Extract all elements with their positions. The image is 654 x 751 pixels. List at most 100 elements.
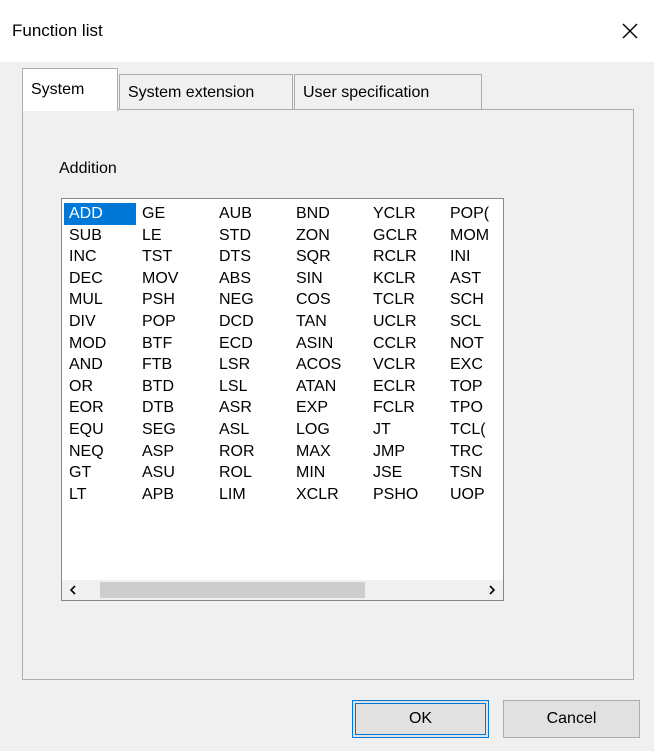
list-item[interactable]: BTD <box>137 376 213 398</box>
tab-user-specification[interactable]: User specification <box>294 74 482 110</box>
list-item[interactable]: JT <box>368 419 444 441</box>
list-item[interactable]: TCL( <box>445 419 503 441</box>
list-column: BND ZON SQR SIN COS TAN ASIN ACOS ATAN EXP LOG MAX M… <box>291 203 367 505</box>
list-item[interactable]: MOD <box>64 333 136 355</box>
list-item[interactable]: LSR <box>214 354 290 376</box>
list-item[interactable]: MUL <box>64 289 136 311</box>
list-item[interactable]: SUB <box>64 225 136 247</box>
list-item[interactable]: ADD <box>64 203 136 225</box>
list-item[interactable]: KCLR <box>368 268 444 290</box>
list-item[interactable]: INI <box>445 246 503 268</box>
list-item[interactable]: ASIN <box>291 333 367 355</box>
list-item[interactable]: CCLR <box>368 333 444 355</box>
list-item[interactable]: MIN <box>291 462 367 484</box>
list-item[interactable]: AND <box>64 354 136 376</box>
list-item[interactable]: DTB <box>137 397 213 419</box>
list-item[interactable]: EOR <box>64 397 136 419</box>
list-item[interactable]: SCH <box>445 289 503 311</box>
list-item[interactable]: ZON <box>291 225 367 247</box>
list-item[interactable]: NEG <box>214 289 290 311</box>
list-item[interactable]: POP( <box>445 203 503 225</box>
list-item[interactable]: POP <box>137 311 213 333</box>
list-item[interactable]: GCLR <box>368 225 444 247</box>
list-item[interactable]: EXC <box>445 354 503 376</box>
list-item[interactable]: MAX <box>291 441 367 463</box>
list-item[interactable]: TOP <box>445 376 503 398</box>
function-listbox[interactable]: ADD SUB INC DEC MUL DIV MOD AND OR EOR EQU NEQ GT LT G… <box>61 198 504 601</box>
list-item[interactable]: STD <box>214 225 290 247</box>
horizontal-scrollbar[interactable] <box>62 580 503 600</box>
list-item[interactable]: FCLR <box>368 397 444 419</box>
list-item[interactable]: VCLR <box>368 354 444 376</box>
list-item[interactable]: FTB <box>137 354 213 376</box>
title-bar: Function list <box>0 0 654 62</box>
list-item[interactable]: TAN <box>291 311 367 333</box>
tab-system[interactable]: System <box>22 68 118 111</box>
list-item[interactable]: JSE <box>368 462 444 484</box>
list-item[interactable]: EQU <box>64 419 136 441</box>
list-item[interactable]: AUB <box>214 203 290 225</box>
list-item[interactable]: ASL <box>214 419 290 441</box>
list-item[interactable]: SQR <box>291 246 367 268</box>
list-item[interactable]: GE <box>137 203 213 225</box>
list-item[interactable]: ROR <box>214 441 290 463</box>
list-item[interactable]: DCD <box>214 311 290 333</box>
list-item[interactable]: TST <box>137 246 213 268</box>
list-item[interactable]: DIV <box>64 311 136 333</box>
list-item[interactable]: DTS <box>214 246 290 268</box>
tab-system-extension[interactable]: System extension <box>119 74 293 110</box>
list-item[interactable]: INC <box>64 246 136 268</box>
list-item[interactable]: UOP <box>445 484 503 506</box>
list-item[interactable]: PSH <box>137 289 213 311</box>
close-button[interactable] <box>606 8 654 54</box>
list-item[interactable]: ASP <box>137 441 213 463</box>
list-item[interactable]: SCL <box>445 311 503 333</box>
list-column: ADD SUB INC DEC MUL DIV MOD AND OR EOR EQU NEQ GT LT <box>64 203 136 505</box>
list-item[interactable]: AST <box>445 268 503 290</box>
list-item[interactable]: NOT <box>445 333 503 355</box>
list-item[interactable]: GT <box>64 462 136 484</box>
list-item[interactable]: MOV <box>137 268 213 290</box>
list-item[interactable]: ROL <box>214 462 290 484</box>
list-item[interactable]: TPO <box>445 397 503 419</box>
ok-button[interactable]: OK <box>352 700 489 738</box>
list-item[interactable]: ACOS <box>291 354 367 376</box>
list-item[interactable]: ECD <box>214 333 290 355</box>
list-item[interactable]: TRC <box>445 441 503 463</box>
scroll-right-button[interactable] <box>481 580 503 600</box>
scroll-left-button[interactable] <box>62 580 84 600</box>
list-item[interactable]: ATAN <box>291 376 367 398</box>
list-item[interactable]: YCLR <box>368 203 444 225</box>
list-item[interactable]: UCLR <box>368 311 444 333</box>
list-item[interactable]: MOM <box>445 225 503 247</box>
list-item[interactable]: BTF <box>137 333 213 355</box>
list-item[interactable]: ECLR <box>368 376 444 398</box>
list-item[interactable]: LT <box>64 484 136 506</box>
list-item[interactable]: ASU <box>137 462 213 484</box>
list-item[interactable]: SEG <box>137 419 213 441</box>
list-item[interactable]: RCLR <box>368 246 444 268</box>
list-column: YCLR GCLR RCLR KCLR TCLR UCLR CCLR VCLR ECLR FCLR… <box>368 203 444 505</box>
scroll-thumb[interactable] <box>100 582 365 598</box>
list-item[interactable]: DEC <box>64 268 136 290</box>
list-item[interactable]: EXP <box>291 397 367 419</box>
list-item[interactable]: TSN <box>445 462 503 484</box>
list-item[interactable]: SIN <box>291 268 367 290</box>
list-item[interactable]: PSHO <box>368 484 444 506</box>
cancel-button[interactable]: Cancel <box>503 700 640 738</box>
list-item[interactable]: ASR <box>214 397 290 419</box>
list-item[interactable]: OR <box>64 376 136 398</box>
list-item[interactable]: LIM <box>214 484 290 506</box>
list-item[interactable]: COS <box>291 289 367 311</box>
list-item[interactable]: LE <box>137 225 213 247</box>
list-item[interactable]: BND <box>291 203 367 225</box>
list-item[interactable]: LSL <box>214 376 290 398</box>
list-item[interactable]: APB <box>137 484 213 506</box>
list-item[interactable]: JMP <box>368 441 444 463</box>
list-item[interactable]: TCLR <box>368 289 444 311</box>
list-item[interactable]: NEQ <box>64 441 136 463</box>
close-icon <box>622 23 638 39</box>
list-item[interactable]: ABS <box>214 268 290 290</box>
list-item[interactable]: LOG <box>291 419 367 441</box>
list-item[interactable]: XCLR <box>291 484 367 506</box>
